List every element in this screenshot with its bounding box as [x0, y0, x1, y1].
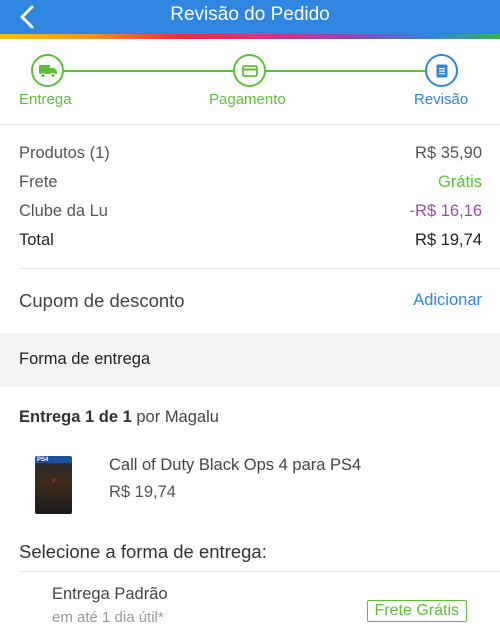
step-label-revisao: Revisão [414, 91, 469, 108]
product-name: Call of Duty Black Ops 4 para PS4 [109, 456, 362, 474]
shipment-count: Entrega 1 de 1 [19, 408, 132, 426]
summary-row-clube: Clube da Lu -R$ 16,16 [19, 200, 482, 229]
summary-row-produtos: Produtos (1) R$ 35,90 [19, 142, 482, 171]
coupon-row: Cupom de desconto Adicionar [19, 288, 482, 318]
delivery-option-name: Entrega Padrão [52, 585, 168, 603]
summary-value: Grátis [437, 173, 482, 191]
truck-icon [38, 64, 57, 78]
order-summary: Produtos (1) R$ 35,90 Frete Grátis Clube… [19, 142, 482, 258]
section-title: Forma de entrega [19, 350, 151, 368]
step-label-pagamento: Pagamento [209, 91, 286, 108]
summary-label: Produtos (1) [19, 144, 110, 162]
step-connector [64, 70, 233, 72]
shipment-info: Entrega 1 de 1 por Magalu [19, 408, 219, 427]
summary-value: R$ 35,90 [415, 144, 482, 162]
add-coupon-link[interactable]: Adicionar [413, 291, 482, 310]
step-pagamento[interactable] [233, 54, 266, 87]
divider [19, 268, 500, 269]
select-delivery-title: Selecione a forma de entrega: [19, 541, 267, 562]
summary-value: -R$ 16,16 [409, 202, 482, 220]
coupon-label: Cupom de desconto [19, 290, 185, 311]
summary-label: Frete [19, 173, 58, 191]
product-price: R$ 19,74 [109, 483, 176, 501]
section-header: Forma de entrega [0, 333, 500, 387]
step-revisao[interactable] [425, 54, 458, 87]
summary-row-total: Total R$ 19,74 [19, 229, 482, 258]
card-icon [241, 64, 258, 77]
divider [19, 571, 500, 572]
summary-value: R$ 19,74 [415, 231, 482, 249]
document-icon [436, 64, 447, 77]
delivery-option-padrao[interactable]: Entrega Padrão em até 1 dia útil* Frete … [52, 585, 482, 633]
divider [0, 124, 500, 125]
checkout-stepper: Entrega Pagamento Revisão [0, 39, 500, 124]
summary-row-frete: Frete Grátis [19, 171, 482, 200]
shipment-seller: por Magalu [131, 408, 219, 426]
summary-label: Total [19, 231, 54, 249]
step-label-entrega: Entrega [19, 91, 72, 108]
delivery-option-eta: em até 1 dia útil* [52, 609, 164, 626]
step-entrega[interactable] [31, 54, 64, 87]
page-title: Revisão do Pedido [170, 4, 330, 25]
summary-label: Clube da Lu [19, 202, 108, 220]
top-bar: Revisão do Pedido [0, 0, 500, 34]
step-connector [266, 70, 425, 72]
game-cover-icon: PS4 ✕ [35, 456, 72, 514]
free-shipping-badge: Frete Grátis [366, 600, 467, 622]
